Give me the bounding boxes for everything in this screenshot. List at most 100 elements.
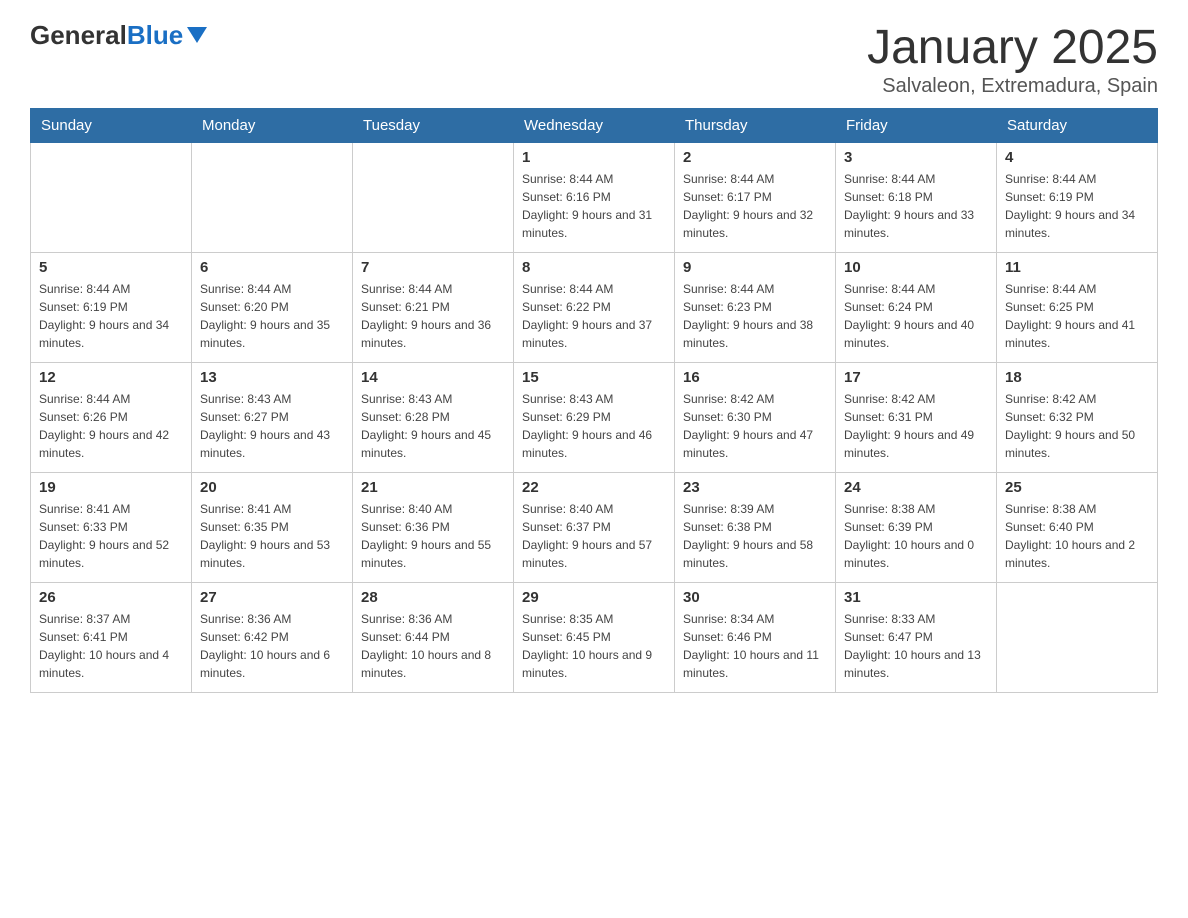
logo: General Blue — [30, 20, 207, 51]
day-number: 9 — [683, 259, 827, 276]
day-number: 3 — [844, 149, 988, 166]
day-number: 7 — [361, 259, 505, 276]
day-number: 29 — [522, 589, 666, 606]
calendar-cell: 8 Sunrise: 8:44 AMSunset: 6:22 PMDaylight… — [514, 253, 675, 363]
calendar-cell: 12Sunrise: 8:44 AMSunset: 6:26 PMDayligh… — [31, 363, 192, 473]
day-info: Sunrise: 8:36 AMSunset: 6:44 PMDaylight:… — [361, 610, 505, 682]
day-info: Sunrise: 8:34 AMSunset: 6:46 PMDaylight:… — [683, 610, 827, 682]
calendar-cell: 27 Sunrise: 8:36 AMSunset: 6:42 PMDayligh… — [192, 583, 353, 693]
day-number: 8 — [522, 259, 666, 276]
day-number: 18 — [1005, 369, 1149, 386]
calendar-cell: 18 Sunrise: 8:42 AMSunset: 6:32 PMDayligh… — [997, 363, 1158, 473]
day-info: Sunrise: 8:40 AMSunset: 6:36 PMDaylight:… — [361, 500, 505, 572]
day-number: 22 — [522, 479, 666, 496]
calendar-cell: 17Sunrise: 8:42 AMSunset: 6:31 PMDayligh… — [836, 363, 997, 473]
calendar-cell: 15Sunrise: 8:43 AMSunset: 6:29 PMDayligh… — [514, 363, 675, 473]
day-number: 6 — [200, 259, 344, 276]
day-info: Sunrise: 8:35 AMSunset: 6:45 PMDaylight:… — [522, 610, 666, 682]
day-number: 23 — [683, 479, 827, 496]
day-number: 30 — [683, 589, 827, 606]
day-info: Sunrise: 8:39 AMSunset: 6:38 PMDaylight:… — [683, 500, 827, 572]
calendar-week-5: 26Sunrise: 8:37 AMSunset: 6:41 PMDayligh… — [31, 583, 1158, 693]
page-header: General Blue January 2025 Salvaleon, Ext… — [30, 20, 1158, 98]
day-info: Sunrise: 8:44 AMSunset: 6:22 PMDaylight:… — [522, 280, 666, 352]
day-info: Sunrise: 8:42 AMSunset: 6:30 PMDaylight:… — [683, 390, 827, 462]
calendar-cell: 1Sunrise: 8:44 AMSunset: 6:16 PMDaylight… — [514, 143, 675, 253]
calendar-cell: 6 Sunrise: 8:44 AMSunset: 6:20 PMDaylight… — [192, 253, 353, 363]
calendar-cell: 9 Sunrise: 8:44 AMSunset: 6:23 PMDaylight… — [675, 253, 836, 363]
calendar-week-3: 12Sunrise: 8:44 AMSunset: 6:26 PMDayligh… — [31, 363, 1158, 473]
calendar-cell — [192, 143, 353, 253]
calendar-cell — [31, 143, 192, 253]
day-number: 1 — [522, 149, 666, 166]
calendar-cell: 2Sunrise: 8:44 AMSunset: 6:17 PMDaylight… — [675, 143, 836, 253]
day-number: 24 — [844, 479, 988, 496]
day-info: Sunrise: 8:40 AMSunset: 6:37 PMDaylight:… — [522, 500, 666, 572]
day-info: Sunrise: 8:38 AMSunset: 6:39 PMDaylight:… — [844, 500, 988, 572]
day-info: Sunrise: 8:44 AMSunset: 6:21 PMDaylight:… — [361, 280, 505, 352]
day-info: Sunrise: 8:44 AMSunset: 6:25 PMDaylight:… — [1005, 280, 1149, 352]
day-info: Sunrise: 8:37 AMSunset: 6:41 PMDaylight:… — [39, 610, 183, 682]
day-header-thursday: Thursday — [675, 109, 836, 143]
logo-blue-text: Blue — [127, 20, 183, 51]
calendar-cell: 24 Sunrise: 8:38 AMSunset: 6:39 PMDayligh… — [836, 473, 997, 583]
logo-general-text: General — [30, 20, 127, 51]
calendar-cell: 29 Sunrise: 8:35 AMSunset: 6:45 PMDayligh… — [514, 583, 675, 693]
day-number: 20 — [200, 479, 344, 496]
day-info: Sunrise: 8:42 AMSunset: 6:31 PMDaylight:… — [844, 390, 988, 462]
day-info: Sunrise: 8:44 AMSunset: 6:26 PMDaylight:… — [39, 390, 183, 462]
calendar-cell: 13 Sunrise: 8:43 AMSunset: 6:27 PMDayligh… — [192, 363, 353, 473]
calendar-cell: 4Sunrise: 8:44 AMSunset: 6:19 PMDaylight… — [997, 143, 1158, 253]
day-info: Sunrise: 8:44 AMSunset: 6:19 PMDaylight:… — [39, 280, 183, 352]
day-number: 14 — [361, 369, 505, 386]
day-number: 13 — [200, 369, 344, 386]
calendar-cell: 26Sunrise: 8:37 AMSunset: 6:41 PMDayligh… — [31, 583, 192, 693]
day-info: Sunrise: 8:43 AMSunset: 6:27 PMDaylight:… — [200, 390, 344, 462]
day-header-tuesday: Tuesday — [353, 109, 514, 143]
day-number: 25 — [1005, 479, 1149, 496]
day-info: Sunrise: 8:43 AMSunset: 6:29 PMDaylight:… — [522, 390, 666, 462]
day-number: 31 — [844, 589, 988, 606]
day-info: Sunrise: 8:41 AMSunset: 6:35 PMDaylight:… — [200, 500, 344, 572]
day-header-monday: Monday — [192, 109, 353, 143]
day-number: 27 — [200, 589, 344, 606]
logo-triangle-icon — [187, 27, 207, 43]
calendar-cell: 11 Sunrise: 8:44 AMSunset: 6:25 PMDayligh… — [997, 253, 1158, 363]
calendar-cell: 21 Sunrise: 8:40 AMSunset: 6:36 PMDayligh… — [353, 473, 514, 583]
day-info: Sunrise: 8:38 AMSunset: 6:40 PMDaylight:… — [1005, 500, 1149, 572]
calendar-week-2: 5Sunrise: 8:44 AMSunset: 6:19 PMDaylight… — [31, 253, 1158, 363]
day-info: Sunrise: 8:44 AMSunset: 6:23 PMDaylight:… — [683, 280, 827, 352]
day-info: Sunrise: 8:41 AMSunset: 6:33 PMDaylight:… — [39, 500, 183, 572]
day-number: 19 — [39, 479, 183, 496]
day-number: 21 — [361, 479, 505, 496]
calendar-cell: 28Sunrise: 8:36 AMSunset: 6:44 PMDayligh… — [353, 583, 514, 693]
day-info: Sunrise: 8:44 AMSunset: 6:19 PMDaylight:… — [1005, 170, 1149, 242]
day-number: 2 — [683, 149, 827, 166]
calendar-cell: 10Sunrise: 8:44 AMSunset: 6:24 PMDayligh… — [836, 253, 997, 363]
day-info: Sunrise: 8:42 AMSunset: 6:32 PMDaylight:… — [1005, 390, 1149, 462]
calendar-cell — [997, 583, 1158, 693]
day-header-sunday: Sunday — [31, 109, 192, 143]
calendar-header-row: SundayMondayTuesdayWednesdayThursdayFrid… — [31, 109, 1158, 143]
calendar-cell: 16 Sunrise: 8:42 AMSunset: 6:30 PMDayligh… — [675, 363, 836, 473]
day-info: Sunrise: 8:44 AMSunset: 6:24 PMDaylight:… — [844, 280, 988, 352]
calendar-cell: 23 Sunrise: 8:39 AMSunset: 6:38 PMDayligh… — [675, 473, 836, 583]
calendar-cell: 3 Sunrise: 8:44 AMSunset: 6:18 PMDaylight… — [836, 143, 997, 253]
calendar-cell: 19 Sunrise: 8:41 AMSunset: 6:33 PMDayligh… — [31, 473, 192, 583]
title-block: January 2025 Salvaleon, Extremadura, Spa… — [867, 20, 1158, 98]
calendar-cell: 5Sunrise: 8:44 AMSunset: 6:19 PMDaylight… — [31, 253, 192, 363]
calendar-cell: 22 Sunrise: 8:40 AMSunset: 6:37 PMDayligh… — [514, 473, 675, 583]
day-info: Sunrise: 8:36 AMSunset: 6:42 PMDaylight:… — [200, 610, 344, 682]
day-info: Sunrise: 8:33 AMSunset: 6:47 PMDaylight:… — [844, 610, 988, 682]
day-number: 16 — [683, 369, 827, 386]
calendar-cell: 25 Sunrise: 8:38 AMSunset: 6:40 PMDayligh… — [997, 473, 1158, 583]
page-title: January 2025 — [867, 20, 1158, 75]
calendar-cell: 7 Sunrise: 8:44 AMSunset: 6:21 PMDaylight… — [353, 253, 514, 363]
day-info: Sunrise: 8:44 AMSunset: 6:20 PMDaylight:… — [200, 280, 344, 352]
calendar-cell: 20 Sunrise: 8:41 AMSunset: 6:35 PMDayligh… — [192, 473, 353, 583]
calendar-cell: 31 Sunrise: 8:33 AMSunset: 6:47 PMDayligh… — [836, 583, 997, 693]
calendar-cell — [353, 143, 514, 253]
day-number: 11 — [1005, 259, 1149, 276]
day-info: Sunrise: 8:44 AMSunset: 6:18 PMDaylight:… — [844, 170, 988, 242]
page-subtitle: Salvaleon, Extremadura, Spain — [867, 75, 1158, 98]
